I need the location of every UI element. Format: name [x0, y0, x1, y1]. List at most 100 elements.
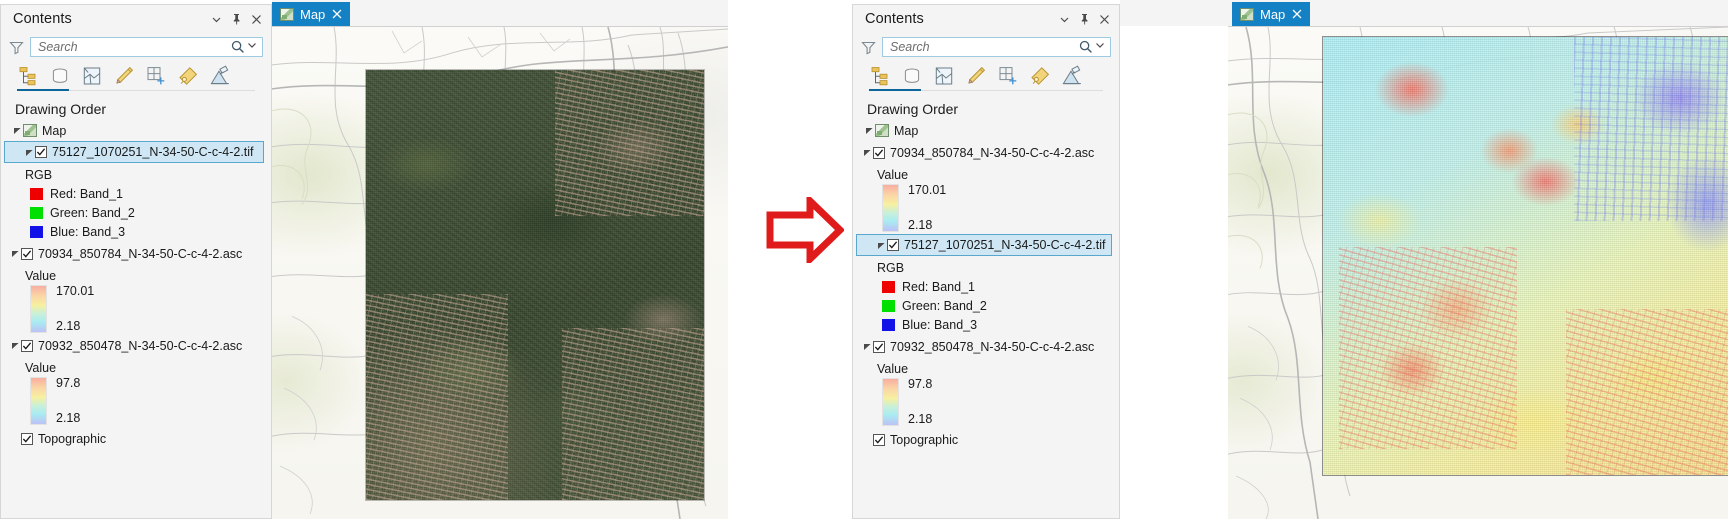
close-icon[interactable]	[1095, 10, 1113, 28]
pin-icon[interactable]	[1075, 10, 1093, 28]
tab-close-icon[interactable]	[1291, 8, 1303, 21]
filter-funnel-icon[interactable]	[9, 40, 24, 55]
green-band-swatch	[30, 207, 43, 219]
filter-funnel-icon[interactable]	[861, 40, 876, 55]
list-by-selection-icon[interactable]	[81, 65, 103, 87]
map-root-node[interactable]: Map	[1, 121, 271, 140]
list-by-snapping-icon[interactable]	[997, 65, 1019, 87]
expander-icon[interactable]	[861, 148, 873, 157]
pane-title: Contents	[865, 11, 924, 27]
search-placeholder: Search	[38, 38, 230, 56]
search-dropdown-chevron-icon[interactable]	[246, 39, 260, 55]
layer-row-tif[interactable]: 75127_1070251_N-34-50-C-c-4-2.tif	[857, 235, 1111, 255]
green-band-swatch	[882, 300, 895, 312]
pin-icon[interactable]	[227, 10, 245, 28]
list-by-labeling-icon[interactable]	[177, 65, 199, 87]
layer-visibility-checkbox[interactable]	[873, 147, 885, 159]
list-by-editing-icon[interactable]	[113, 65, 135, 87]
map-thumbnail-icon	[280, 8, 294, 21]
chevron-down-icon[interactable]	[1055, 10, 1073, 28]
contents-tree: Drawing Order Map 75127_1070251_N-34-50-…	[1, 91, 271, 518]
layer-row-tif[interactable]: 75127_1070251_N-34-50-C-c-4-2.tif	[5, 142, 263, 162]
band-row-red: Red: Band_1	[1, 184, 271, 203]
band-label: Red: Band_1	[902, 280, 975, 294]
tab-label: Map	[300, 7, 325, 22]
active-tab-underline	[869, 89, 921, 91]
search-input[interactable]: Search	[882, 37, 1111, 57]
band-label: Blue: Band_3	[50, 225, 125, 239]
close-icon[interactable]	[247, 10, 265, 28]
expander-icon[interactable]	[23, 148, 35, 157]
contents-pane-before: Contents Search	[0, 4, 272, 519]
layer-visibility-checkbox[interactable]	[21, 340, 33, 352]
layer-row-asc-1[interactable]: 70934_850784_N-34-50-C-c-4-2.asc	[1, 244, 271, 263]
list-by-labeling-icon[interactable]	[1029, 65, 1051, 87]
list-by-editing-icon[interactable]	[965, 65, 987, 87]
list-by-drawing-order-icon[interactable]	[869, 65, 891, 87]
color-ramp	[30, 285, 47, 333]
band-row-blue: Blue: Band_3	[853, 315, 1119, 334]
layer-row-basemap[interactable]: Topographic	[1, 429, 271, 448]
layer-row-basemap[interactable]: Topographic	[853, 430, 1119, 449]
layer-visibility-checkbox[interactable]	[873, 341, 885, 353]
search-row: Search	[1, 33, 271, 61]
layer-visibility-checkbox[interactable]	[887, 239, 899, 251]
ramp-max-label: 170.01	[56, 285, 263, 298]
search-icon[interactable]	[1078, 39, 1094, 55]
layer-visibility-checkbox[interactable]	[35, 146, 47, 158]
tab-map[interactable]: Map	[272, 2, 350, 26]
chevron-down-icon[interactable]	[207, 10, 225, 28]
expander-icon[interactable]	[861, 342, 873, 351]
ramp-min-label: 2.18	[908, 219, 1111, 232]
search-input[interactable]: Search	[30, 37, 263, 57]
map-root-node[interactable]: Map	[853, 121, 1119, 140]
layer-row-asc-2[interactable]: 70932_850478_N-34-50-C-c-4-2.asc	[853, 337, 1119, 356]
map-view-before: Map	[272, 0, 728, 519]
map-thumbnail-icon	[23, 124, 37, 137]
tab-close-icon[interactable]	[331, 8, 343, 21]
layer-row-asc-2[interactable]: 70932_850478_N-34-50-C-c-4-2.asc	[1, 336, 271, 355]
pane-titlebar: Contents	[853, 5, 1119, 33]
contents-toolbar	[1, 61, 271, 91]
ramp-min-label: 2.18	[56, 320, 263, 333]
band-label: Blue: Band_3	[902, 318, 977, 332]
list-by-snapping-icon[interactable]	[145, 65, 167, 87]
list-by-data-source-icon[interactable]	[49, 65, 71, 87]
list-by-diagram-icon[interactable]	[1061, 65, 1083, 87]
layer-name: 70934_850784_N-34-50-C-c-4-2.asc	[890, 146, 1094, 160]
map-tabstrip: Map	[272, 0, 728, 26]
expander-icon[interactable]	[9, 249, 21, 258]
contents-toolbar	[853, 61, 1119, 91]
expander-icon[interactable]	[863, 126, 875, 135]
layer-visibility-checkbox[interactable]	[873, 434, 885, 446]
map-canvas[interactable]	[1228, 26, 1728, 519]
map-canvas[interactable]	[272, 26, 728, 519]
stretch-legend: 170.01 2.18	[1, 285, 271, 333]
color-ramp	[30, 377, 47, 425]
active-tab-underline	[17, 89, 69, 91]
expander-icon[interactable]	[875, 241, 887, 250]
tab-map[interactable]: Map	[1232, 2, 1310, 26]
map-thumbnail-icon	[875, 124, 889, 137]
rgb-section-label: RGB	[853, 258, 1119, 277]
band-label: Green: Band_2	[50, 206, 135, 220]
ramp-min-label: 2.18	[908, 413, 1111, 426]
list-by-selection-icon[interactable]	[933, 65, 955, 87]
search-placeholder: Search	[890, 38, 1078, 56]
layer-name: 70932_850478_N-34-50-C-c-4-2.asc	[38, 339, 242, 353]
search-icon[interactable]	[230, 39, 246, 55]
expander-icon[interactable]	[9, 341, 21, 350]
map-node-label: Map	[42, 124, 66, 138]
layer-visibility-checkbox[interactable]	[21, 248, 33, 260]
layer-row-asc-1[interactable]: 70934_850784_N-34-50-C-c-4-2.asc	[853, 143, 1119, 162]
layer-name: Topographic	[890, 433, 958, 447]
orthophoto-raster-tif	[366, 70, 704, 500]
expander-icon[interactable]	[11, 126, 23, 135]
list-by-diagram-icon[interactable]	[209, 65, 231, 87]
stretch-legend: 97.8 2.18	[853, 378, 1119, 426]
layer-visibility-checkbox[interactable]	[21, 433, 33, 445]
dem-raster-asc	[1323, 37, 1728, 475]
list-by-data-source-icon[interactable]	[901, 65, 923, 87]
list-by-drawing-order-icon[interactable]	[17, 65, 39, 87]
search-dropdown-chevron-icon[interactable]	[1094, 39, 1108, 55]
